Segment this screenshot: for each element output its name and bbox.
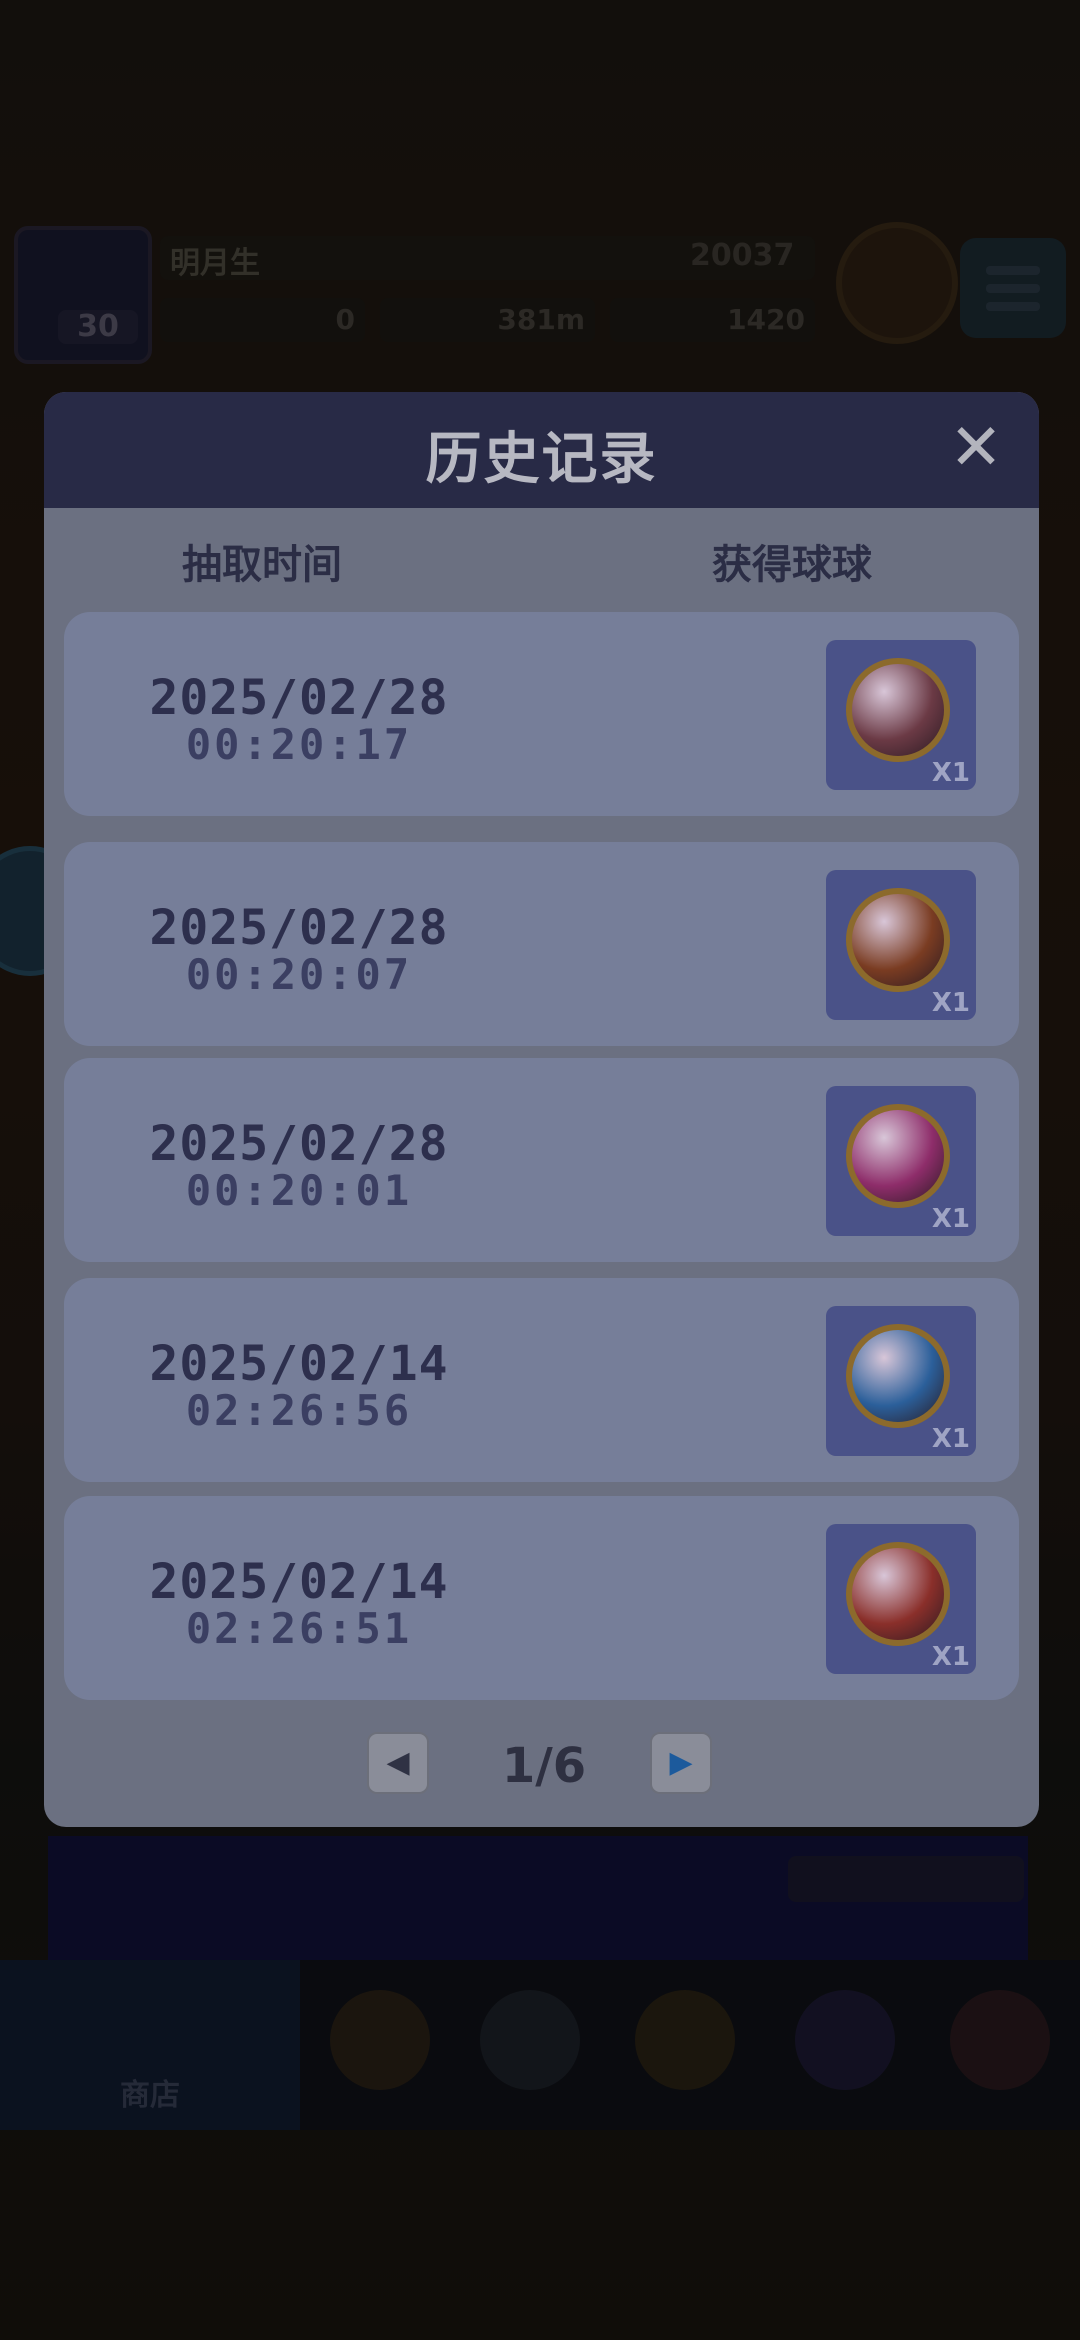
record-time: 00:20:01 [185, 1166, 413, 1215]
history-row: 2025/02/28 00:20:07 X1 [64, 842, 1019, 1046]
record-date: 2025/02/28 [149, 1116, 449, 1172]
reward-slot[interactable]: X1 [826, 1306, 976, 1456]
reward-slot[interactable]: X1 [826, 640, 976, 790]
page-indicator: 1/6 [501, 1738, 587, 1794]
ice-ball-icon [846, 1324, 950, 1428]
close-icon[interactable]: ✕ [944, 416, 1008, 482]
dialog-header: 历史记录 ✕ [44, 392, 1039, 508]
record-date: 2025/02/14 [149, 1554, 449, 1610]
history-row: 2025/02/14 02:26:56 X1 [64, 1278, 1019, 1482]
fist-ball-icon [846, 1542, 950, 1646]
column-header-time: 抽取时间 [182, 542, 342, 588]
reward-slot[interactable]: X1 [826, 870, 976, 1020]
record-time: 02:26:56 [185, 1386, 413, 1435]
column-header-reward: 获得球球 [712, 542, 872, 588]
history-row: 2025/02/28 00:20:01 X1 [64, 1058, 1019, 1262]
reward-quantity: X1 [931, 988, 970, 1018]
prev-page-button[interactable]: ◀ [367, 1732, 429, 1794]
record-time: 00:20:17 [185, 720, 413, 769]
pagination: ◀ 1/6 ▶ [44, 1732, 1039, 1802]
record-time: 02:26:51 [185, 1604, 413, 1653]
next-page-button[interactable]: ▶ [650, 1732, 712, 1794]
reward-quantity: X1 [931, 1642, 970, 1672]
record-date: 2025/02/28 [149, 900, 449, 956]
blade-ball-icon [846, 1104, 950, 1208]
infinity-ball-icon [846, 888, 950, 992]
history-row: 2025/02/14 02:26:51 X1 [64, 1496, 1019, 1700]
history-dialog: 历史记录 ✕ 抽取时间 获得球球 2025/02/28 00:20:17 X1 … [44, 392, 1039, 1827]
record-date: 2025/02/28 [149, 670, 449, 726]
record-time: 00:20:07 [185, 950, 413, 999]
reward-slot[interactable]: X1 [826, 1086, 976, 1236]
dialog-title: 历史记录 [425, 427, 658, 492]
skull-ball-icon [846, 658, 950, 762]
reward-slot[interactable]: X1 [826, 1524, 976, 1674]
history-row: 2025/02/28 00:20:17 X1 [64, 612, 1019, 816]
record-date: 2025/02/14 [149, 1336, 449, 1392]
reward-quantity: X1 [931, 1204, 970, 1234]
reward-quantity: X1 [931, 1424, 970, 1454]
reward-quantity: X1 [931, 758, 970, 788]
